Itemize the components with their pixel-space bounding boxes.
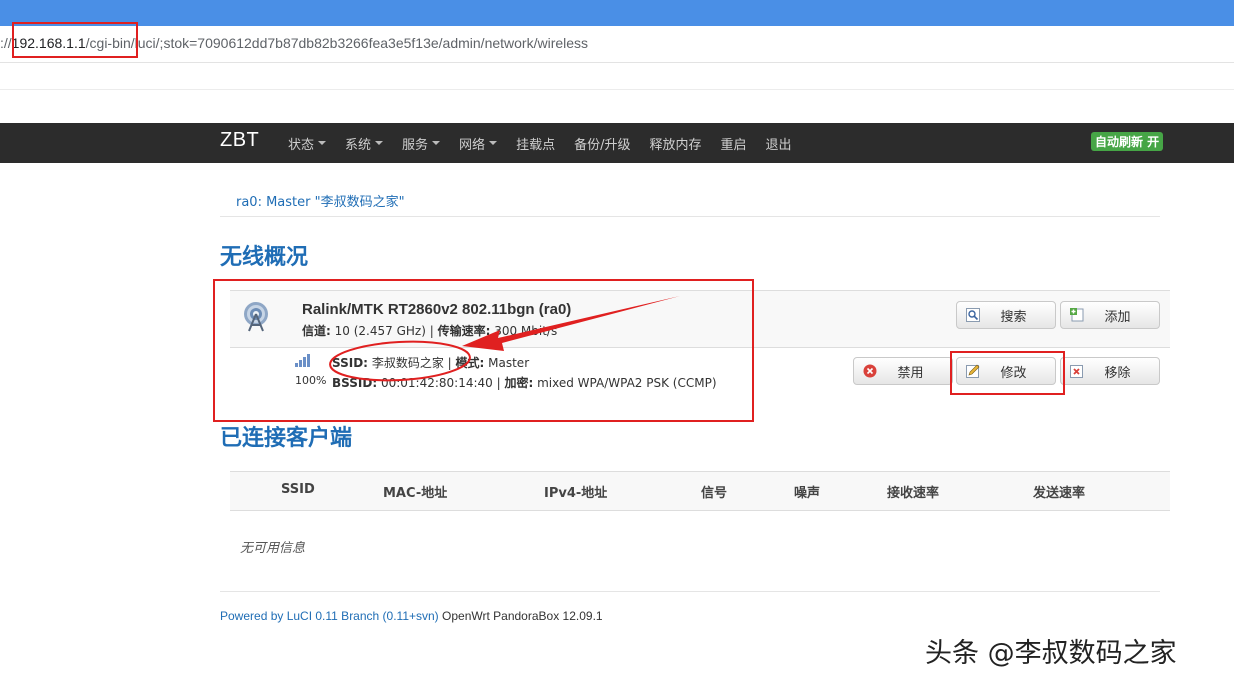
column-header-mac: MAC-地址 [383, 486, 448, 501]
menu-item-system[interactable]: 系统 [345, 134, 384, 153]
breadcrumb-bar: ra0: Master "李叔数码之家" [220, 187, 1160, 217]
remove-button[interactable]: 移除 [1060, 357, 1160, 385]
column-header-signal: 信号 [701, 486, 728, 501]
menu-label: 重启 [720, 137, 747, 153]
caret-down-icon [318, 141, 327, 145]
column-header-ipv4: IPv4-地址 [544, 486, 608, 501]
wireless-overview-heading: 无线概况 [220, 245, 309, 270]
clients-table-header: SSID MAC-地址 IPv4-地址 信号 噪声 接收速率 发送速率 [230, 471, 1170, 511]
menu-item-mount-points[interactable]: 挂载点 [516, 134, 555, 153]
menu-item-reboot[interactable]: 重启 [720, 134, 746, 153]
brand-logo[interactable]: ZBT [220, 129, 259, 152]
remove-button-label: 移除 [1104, 365, 1131, 381]
add-document-icon [1070, 308, 1084, 322]
disable-button-label: 禁用 [897, 365, 924, 381]
scan-button-label: 搜索 [1000, 309, 1027, 325]
menu-label: 网络 [459, 137, 486, 153]
annotation-device-box [213, 279, 754, 422]
menu-item-backup-upgrade[interactable]: 备份/升级 [574, 134, 630, 153]
menu-item-status[interactable]: 状态 [288, 134, 327, 153]
top-navbar: ZBT 状态 系统 服务 网络 挂载点 备份/升级 释放内存 重启 退出 自动刷… [0, 123, 1234, 163]
watermark: 头条 @李叔数码之家 [925, 638, 1177, 669]
menu-label: 释放内存 [649, 137, 702, 153]
column-header-rx-rate: 接收速率 [887, 486, 940, 501]
menu-label: 状态 [288, 137, 315, 153]
magnifier-icon [966, 308, 980, 322]
caret-down-icon [375, 141, 384, 145]
add-button[interactable]: 添加 [1060, 301, 1160, 329]
browser-tab-bar [0, 0, 1234, 26]
remove-icon [1070, 364, 1084, 378]
column-header-noise: 噪声 [794, 486, 821, 501]
footer-divider [220, 591, 1160, 592]
annotation-edit-box [950, 351, 1065, 395]
footer: Powered by LuCI 0.11 Branch (0.11+svn) O… [220, 609, 603, 623]
disable-button[interactable]: 禁用 [853, 357, 953, 385]
menu-label: 系统 [345, 137, 372, 153]
page-divider [0, 89, 1234, 90]
add-button-label: 添加 [1104, 309, 1131, 325]
no-clients-message: 无可用信息 [240, 541, 306, 556]
main-menu: 状态 系统 服务 网络 挂载点 备份/升级 释放内存 重启 退出 [288, 123, 811, 163]
menu-label: 备份/升级 [574, 137, 631, 153]
firmware-version: OpenWrt PandoraBox 12.09.1 [442, 609, 603, 623]
address-bar[interactable]: ://192.168.1.1/cgi-bin/luci/;stok=709061… [0, 26, 1234, 63]
menu-item-logout[interactable]: 退出 [766, 134, 792, 153]
caret-down-icon [432, 141, 441, 145]
auto-refresh-toggle[interactable]: 自动刷新 开 [1091, 132, 1164, 151]
url-path: /cgi-bin/luci/;stok=7090612dd7b87db82b32… [85, 35, 589, 51]
url-scheme: :// [0, 35, 12, 51]
column-header-tx-rate: 发送速率 [1033, 486, 1086, 501]
connected-clients-heading: 已连接客户端 [220, 426, 353, 451]
stop-icon [863, 364, 877, 378]
menu-item-services[interactable]: 服务 [402, 134, 441, 153]
column-header-ssid: SSID [281, 482, 315, 497]
menu-label: 服务 [402, 137, 429, 153]
scan-button[interactable]: 搜索 [956, 301, 1056, 329]
breadcrumb[interactable]: ra0: Master "李叔数码之家" [236, 191, 405, 210]
menu-item-network[interactable]: 网络 [459, 134, 498, 153]
menu-label: 退出 [765, 137, 792, 153]
menu-item-free-memory[interactable]: 释放内存 [649, 134, 701, 153]
caret-down-icon [489, 141, 498, 145]
luci-link[interactable]: Powered by LuCI 0.11 Branch (0.11+svn) [220, 609, 439, 623]
annotation-url-box [12, 22, 138, 58]
menu-label: 挂载点 [516, 137, 556, 153]
